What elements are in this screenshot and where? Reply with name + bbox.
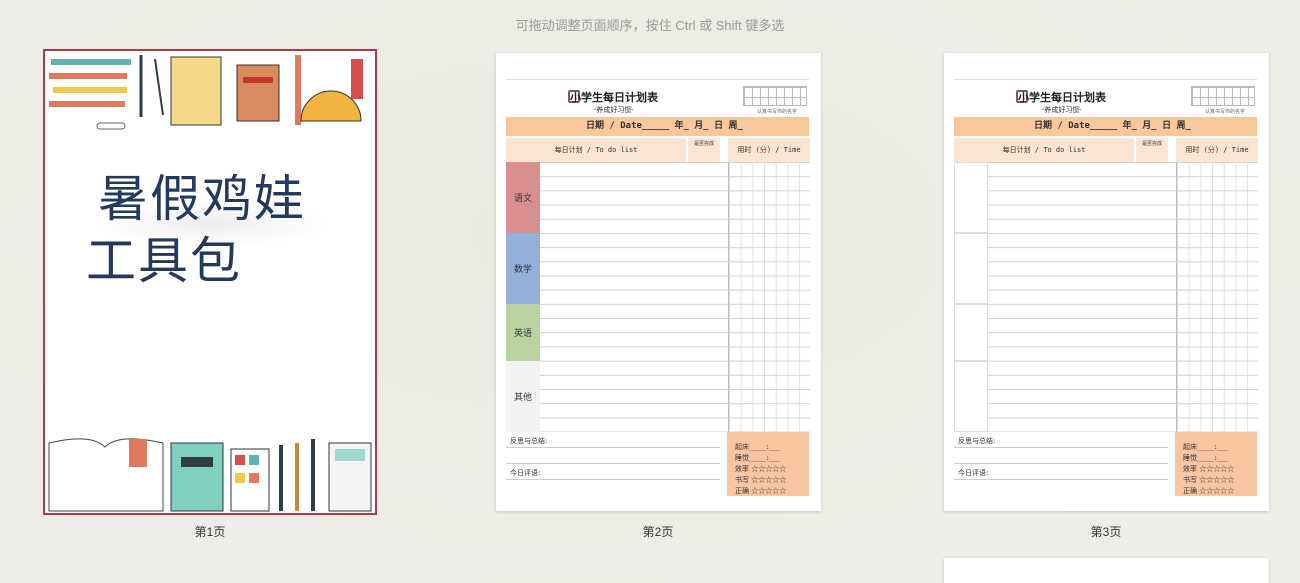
subject-chinese: 语文: [506, 162, 540, 233]
sleep-time: 睡觉_____:___: [1183, 454, 1228, 462]
wake-time: 起床_____:___: [1183, 443, 1228, 451]
done-header: 是否完成: [688, 138, 720, 162]
subject-slot-3: [954, 304, 988, 361]
time-grid: [1176, 162, 1258, 432]
name-grid-note: 认真书写你的名字: [1204, 109, 1245, 115]
evaluate-label: 今日评语:: [954, 464, 1168, 480]
time-grid: [728, 162, 810, 432]
stationery-top-illustration: [49, 55, 363, 130]
date-row: 日期 / Date_____ 年_ 月_ 日 周_: [954, 117, 1257, 136]
rating-accuracy: 正确 ☆☆☆☆☆: [735, 487, 787, 495]
stationery-bottom-illustration: [48, 438, 372, 512]
page-label-1: 第1页: [194, 525, 226, 539]
planner-subtitle: -养成好习惯-: [594, 106, 634, 114]
rating-efficiency: 效率 ☆☆☆☆☆: [1183, 465, 1235, 473]
subject-slot-4: [954, 361, 988, 432]
daily-stats-box: 起床_____:___ 睡觉_____:___ 效率 ☆☆☆☆☆ 书写 ☆☆☆☆…: [1175, 432, 1257, 496]
name-grid-note: 认真书写你的名字: [756, 109, 797, 115]
todo-header: 每日计划 / To do list: [506, 138, 686, 162]
rating-writing: 书写 ☆☆☆☆☆: [1183, 476, 1235, 484]
name-grid: [743, 86, 807, 106]
sleep-time: 睡觉_____:___: [735, 454, 780, 462]
rating-accuracy: 正确 ☆☆☆☆☆: [1183, 487, 1235, 495]
wake-time: 起床_____:___: [735, 443, 780, 451]
done-header: 是否完成: [1136, 138, 1168, 162]
reflect-label: 反思与总结:: [954, 432, 1168, 448]
evaluate-label: 今日评语:: [506, 464, 720, 480]
page-thumbnail-2[interactable]: 小学生每日计划表 -养成好习惯- 认真书写你的名字 日期 / Date_____…: [496, 53, 821, 511]
reflect-label: 反思与总结:: [506, 432, 720, 448]
subject-slot-2: [954, 233, 988, 304]
planner-subtitle: -养成好习惯-: [1042, 106, 1082, 114]
subject-slot-1: [954, 162, 988, 233]
rating-efficiency: 效率 ☆☆☆☆☆: [735, 465, 787, 473]
page-thumbnail-3[interactable]: 小学生每日计划表 -养成好习惯- 认真书写你的名字 日期 / Date_____…: [944, 53, 1269, 511]
page-label-3: 第3页: [1090, 525, 1122, 539]
time-header: 用时 (分) / Time: [728, 138, 810, 162]
page-thumbnail-4[interactable]: [944, 558, 1269, 583]
todo-rows: [988, 162, 1168, 432]
hint-text: 可拖动调整页面顺序，按住 Ctrl 或 Shift 键多选: [515, 18, 785, 33]
rating-writing: 书写 ☆☆☆☆☆: [735, 476, 787, 484]
subject-other: 其他: [506, 361, 540, 432]
todo-rows: [540, 162, 720, 432]
page-label-2: 第2页: [642, 525, 674, 539]
subject-english: 英语: [506, 304, 540, 361]
planner-title: 小学生每日计划表: [1018, 91, 1106, 104]
daily-stats-box: 起床_____:___ 睡觉_____:___ 效率 ☆☆☆☆☆ 书写 ☆☆☆☆…: [727, 432, 809, 496]
subject-math: 数学: [506, 233, 540, 304]
name-grid: [1191, 86, 1255, 106]
page-thumbnail-1[interactable]: 暑假鸡娃 工具包: [43, 49, 377, 515]
planner-title: 小学生每日计划表: [570, 91, 658, 104]
todo-header: 每日计划 / To do list: [954, 138, 1134, 162]
time-header: 用时 (分) / Time: [1176, 138, 1258, 162]
date-row: 日期 / Date_____ 年_ 月_ 日 周_: [506, 117, 809, 136]
cover-title-line-2: 工具包: [86, 232, 242, 290]
